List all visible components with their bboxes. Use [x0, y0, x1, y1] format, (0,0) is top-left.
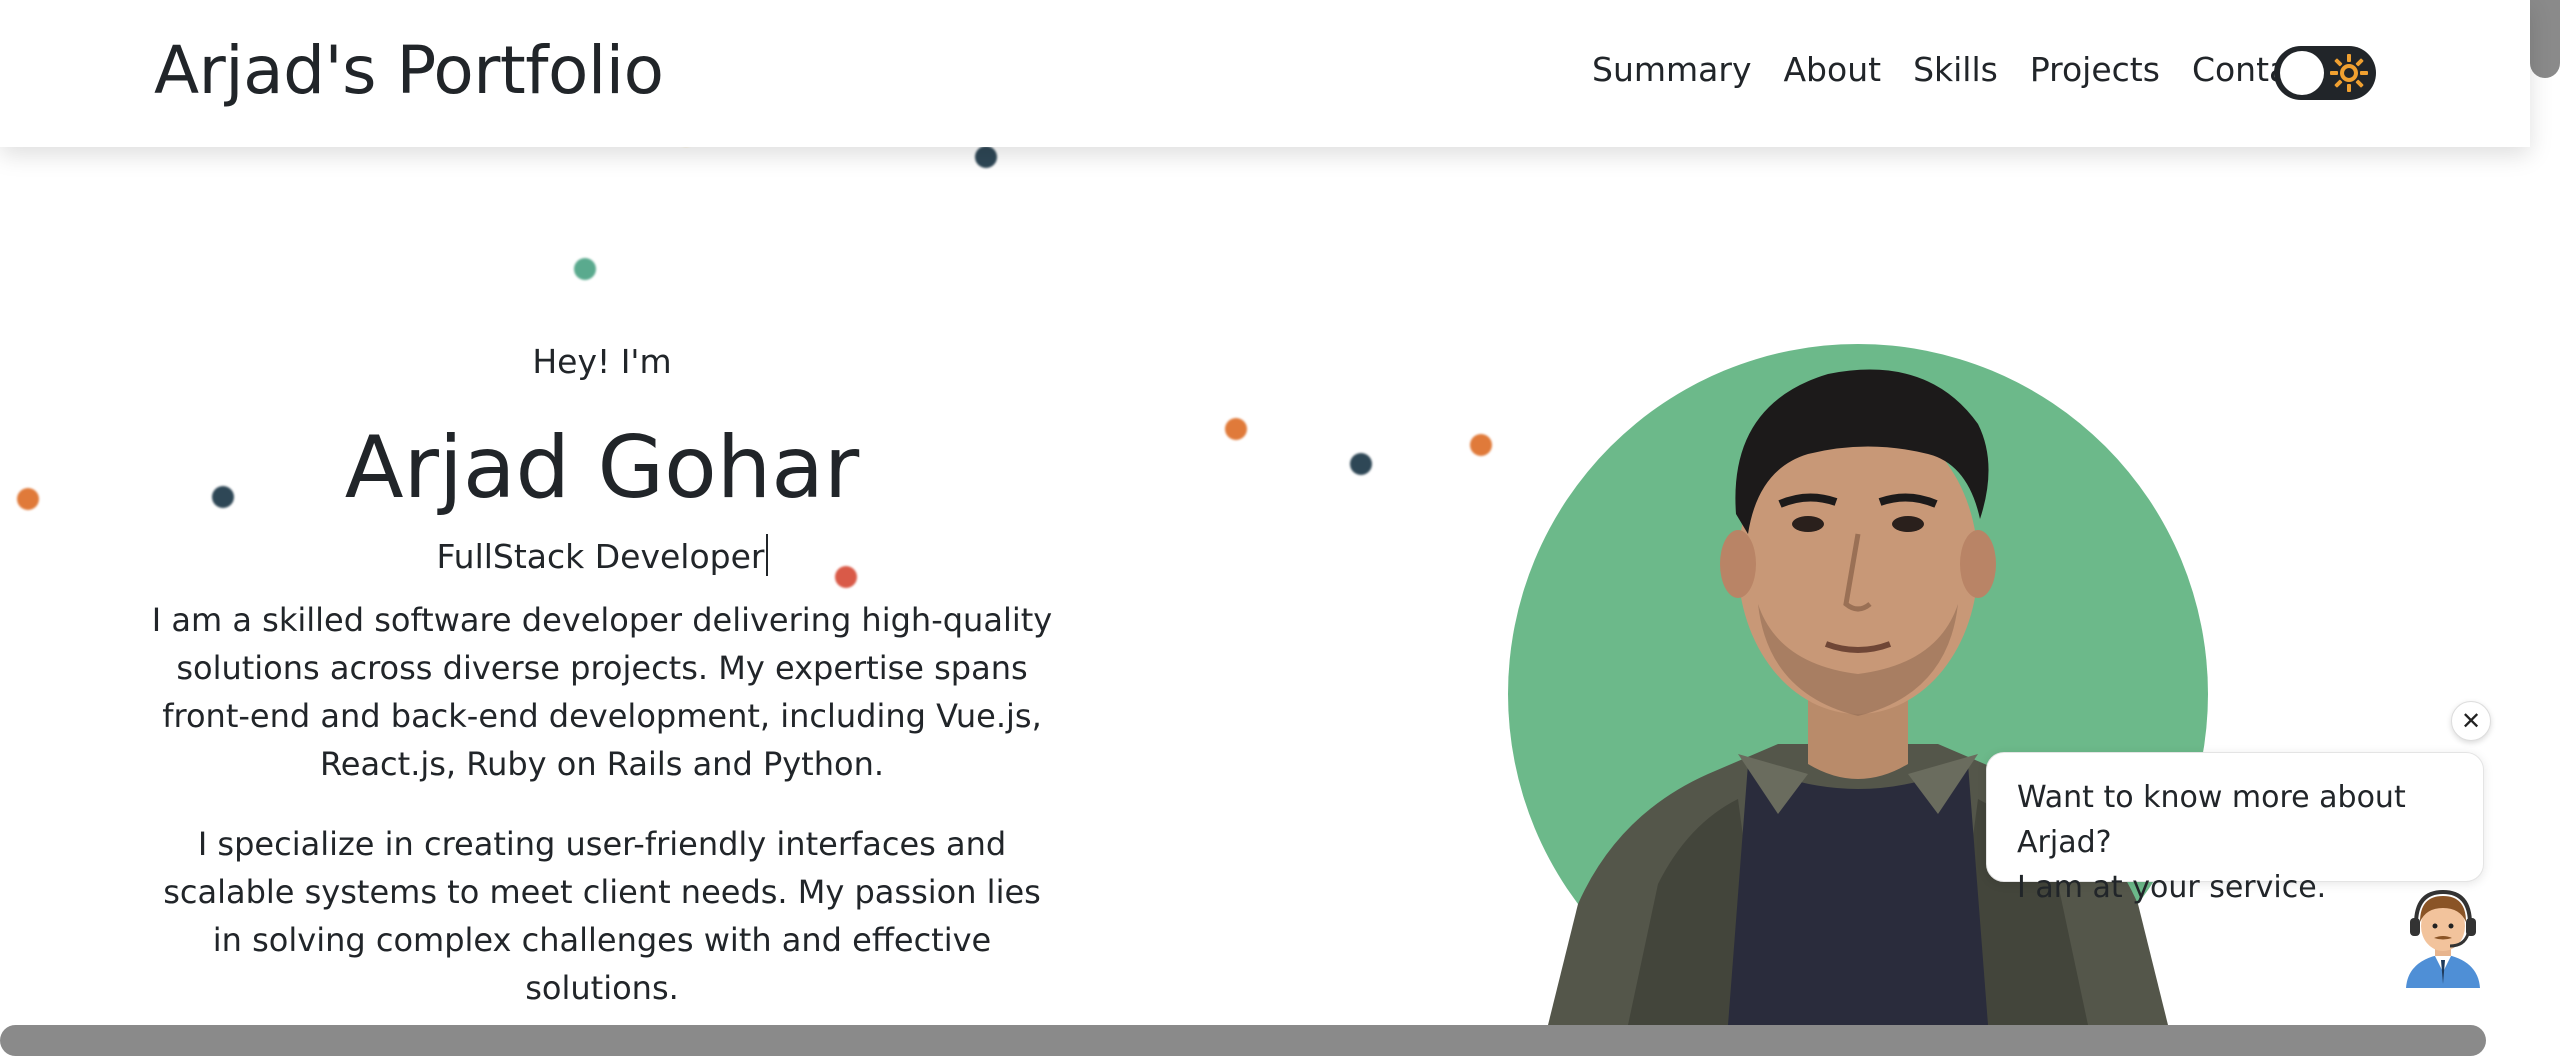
chat-line-2: I am at your service. — [2017, 870, 2327, 905]
close-icon: ✕ — [2460, 707, 2482, 735]
horizontal-scrollbar-thumb[interactable] — [0, 1025, 2486, 1056]
hero-role: FullStack Developer — [402, 534, 802, 576]
theme-toggle[interactable] — [2274, 46, 2376, 100]
hero-name: Arjad Gohar — [344, 418, 860, 518]
site-brand[interactable]: Arjad's Portfolio — [154, 32, 664, 109]
main-nav: Summary About Skills Projects Contact — [1592, 50, 2352, 89]
hero-paragraph-1: I am a skilled software developer delive… — [151, 601, 1053, 783]
support-agent-icon[interactable] — [2398, 888, 2488, 988]
toggle-knob — [2280, 51, 2324, 95]
particle-dot — [1470, 434, 1492, 456]
vertical-scrollbar-thumb[interactable] — [2530, 0, 2560, 78]
hero-role-text: FullStack Developer — [436, 537, 765, 576]
particle-dot — [1350, 453, 1372, 475]
hero-greeting: Hey! I'm — [532, 342, 672, 381]
particle-dot — [17, 488, 39, 510]
nav-link-projects[interactable]: Projects — [2030, 50, 2160, 89]
profile-photo — [1508, 344, 2208, 1025]
chat-bubble[interactable]: Want to know more about Arjad? I am at y… — [1986, 752, 2484, 905]
particle-dot — [212, 486, 234, 508]
sun-icon — [2330, 54, 2368, 92]
particle-dot — [574, 258, 596, 280]
nav-link-skills[interactable]: Skills — [1913, 50, 1998, 89]
particle-dot — [975, 146, 997, 168]
particle-dot — [835, 566, 857, 588]
nav-link-about[interactable]: About — [1783, 50, 1881, 89]
hero-paragraph-2: I specialize in creating user-friendly i… — [163, 825, 1041, 1007]
chat-close-button[interactable]: ✕ — [2451, 701, 2491, 741]
chat-line-1: Want to know more about Arjad? — [2017, 780, 2406, 860]
typing-cursor — [765, 534, 768, 576]
nav-link-summary[interactable]: Summary — [1592, 50, 1751, 89]
site-header: Arjad's Portfolio Summary About Skills P… — [0, 0, 2530, 147]
vertical-scrollbar-track — [2530, 0, 2560, 1056]
particle-dot — [1225, 418, 1247, 440]
